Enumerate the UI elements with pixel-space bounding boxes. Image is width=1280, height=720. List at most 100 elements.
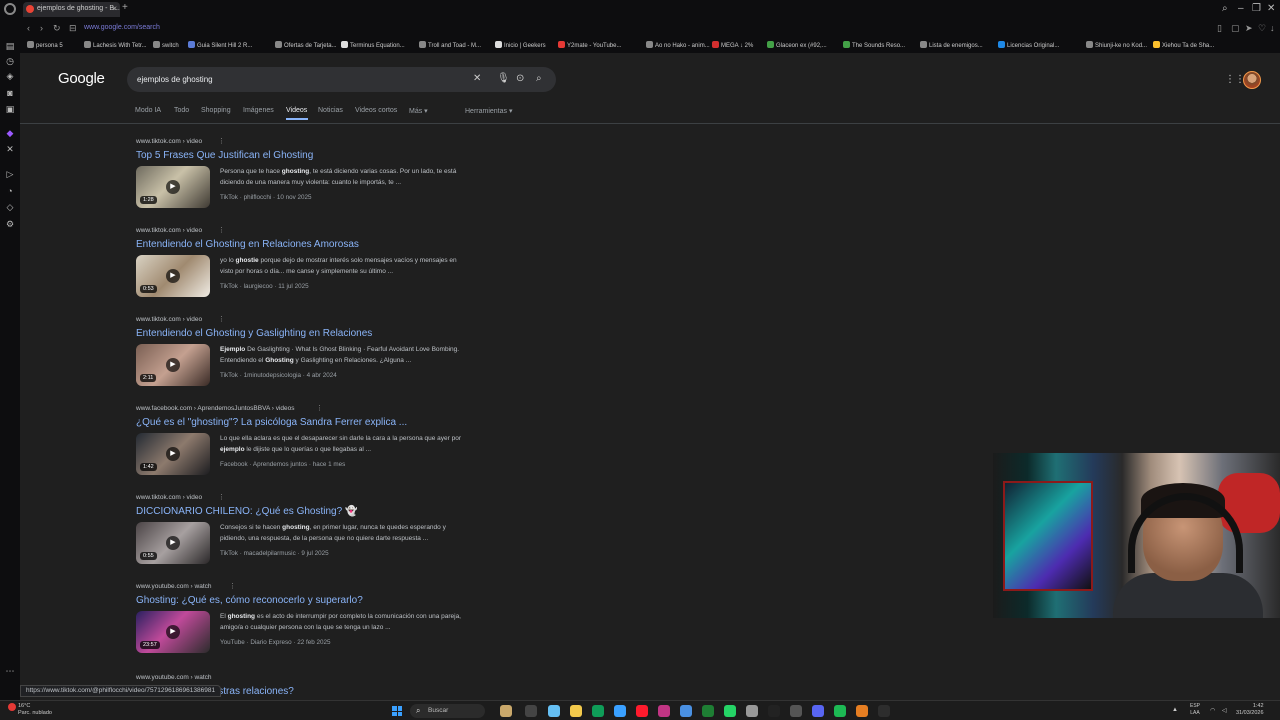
- bookmark-item[interactable]: Ao no Hako - anim...: [646, 41, 710, 49]
- filter-tab[interactable]: Herramientas ▾: [465, 107, 512, 115]
- video-thumbnail[interactable]: ▶ 2:11: [136, 344, 210, 386]
- system-clock[interactable]: 1:42 31/03/2026: [1236, 703, 1264, 717]
- bookmark-item[interactable]: Licencias Original...: [998, 41, 1059, 49]
- close-tab-icon[interactable]: ×: [112, 4, 117, 13]
- x-twitter-icon[interactable]: ✕: [5, 144, 15, 154]
- settings-icon[interactable]: ⚙: [5, 219, 15, 229]
- browser-tab[interactable]: ejemplos de ghosting - B... ×: [23, 2, 120, 17]
- filter-tab[interactable]: Videos cortos: [355, 107, 397, 114]
- minimize-button[interactable]: –: [1238, 3, 1244, 14]
- forward-icon[interactable]: ›: [40, 23, 43, 33]
- start-button[interactable]: [392, 706, 402, 716]
- video-thumbnail[interactable]: ▶ 1:28: [136, 166, 210, 208]
- search-icon[interactable]: ⌕: [536, 73, 542, 84]
- bookmark-item[interactable]: switch: [153, 41, 179, 49]
- store-icon[interactable]: [614, 705, 626, 717]
- video-thumbnail[interactable]: ▶ 1:42: [136, 433, 210, 475]
- bookmark-item[interactable]: Inicio | Geekers: [495, 41, 546, 49]
- bookmark-item[interactable]: Guia Silent Hill 2 R...: [188, 41, 252, 49]
- bookmark-item[interactable]: Ofertas de Tarjeta...: [275, 41, 337, 49]
- filter-tab[interactable]: Modo IA: [135, 107, 161, 114]
- video-thumbnail[interactable]: ▶ 0:53: [136, 255, 210, 297]
- clock-icon[interactable]: ◔: [5, 186, 15, 196]
- language-indicator[interactable]: ESP LAA: [1190, 703, 1200, 717]
- instagram-icon[interactable]: [658, 705, 670, 717]
- video-thumbnail[interactable]: ▶ 0:55: [136, 522, 210, 564]
- search-tabs-icon[interactable]: ⌕: [1222, 3, 1228, 14]
- filter-tab[interactable]: Noticias: [318, 107, 343, 114]
- sidebar-customize-icon[interactable]: ⋯: [5, 666, 15, 676]
- video-thumbnail[interactable]: ▶ 23:57: [136, 611, 210, 653]
- bookmark-item[interactable]: Shiunji-ke no Kod...: [1086, 41, 1147, 49]
- steam-icon[interactable]: [548, 705, 560, 717]
- search-box[interactable]: ejemplos de ghosting ✕ 🎙 ⊙ ⌕: [127, 67, 556, 92]
- player-icon[interactable]: ▷: [5, 169, 15, 179]
- more-options-icon[interactable]: ⋮: [316, 404, 323, 412]
- opera-icon[interactable]: [636, 705, 648, 717]
- clear-search-icon[interactable]: ✕: [473, 73, 481, 84]
- lens-search-icon[interactable]: ⊙: [516, 73, 524, 84]
- speed-dial-icon[interactable]: ▤: [5, 41, 15, 51]
- wifi-icon[interactable]: ◠: [1210, 707, 1215, 714]
- send-icon[interactable]: ➤: [1245, 23, 1253, 34]
- edge-icon[interactable]: [592, 705, 604, 717]
- google-apps-icon[interactable]: ⋮⋮: [1225, 74, 1245, 85]
- account-avatar[interactable]: [1243, 71, 1261, 89]
- taskview-icon[interactable]: [500, 705, 512, 717]
- filter-tab[interactable]: Shopping: [201, 107, 231, 114]
- more-options-icon[interactable]: ⋮: [229, 582, 236, 590]
- filter-tab[interactable]: Imágenes: [243, 107, 274, 114]
- close-window-button[interactable]: ✕: [1267, 3, 1275, 14]
- excel-icon[interactable]: [702, 705, 714, 717]
- widgets-icon[interactable]: [525, 705, 537, 717]
- result-title-link[interactable]: DICCIONARIO CHILENO: ¿Qué es Ghosting? 👻: [136, 506, 357, 517]
- obs-icon[interactable]: [790, 705, 802, 717]
- new-tab-button[interactable]: +: [122, 2, 128, 13]
- extensions-icon[interactable]: ◈: [5, 71, 15, 81]
- search-input[interactable]: ejemplos de ghosting: [137, 75, 213, 84]
- filter-tab[interactable]: Todo: [174, 107, 189, 114]
- bookmark-item[interactable]: Y2mate - YouTube...: [558, 41, 621, 49]
- whatsapp-icon[interactable]: ◙: [5, 88, 15, 98]
- back-icon[interactable]: ‹: [27, 23, 30, 33]
- paint-icon[interactable]: [856, 705, 868, 717]
- bookmark-item[interactable]: Xiehou Ta de Sha...: [1153, 41, 1214, 49]
- result-title-link[interactable]: Entendiendo el Ghosting en Relaciones Am…: [136, 239, 359, 250]
- opera-menu-icon[interactable]: [4, 3, 16, 15]
- bookmark-item[interactable]: The Sounds Reso...: [843, 41, 905, 49]
- spotify-icon[interactable]: [834, 705, 846, 717]
- more-options-icon[interactable]: ⋮: [218, 315, 225, 323]
- bookmark-item[interactable]: Terminus Equation...: [341, 41, 405, 49]
- bookmark-item[interactable]: persona 5: [27, 41, 63, 49]
- more-options-icon[interactable]: ⋮: [218, 226, 225, 234]
- weather-widget[interactable]: 16°C Parc. nublado: [8, 703, 52, 717]
- google-logo[interactable]: Google: [58, 70, 105, 87]
- result-title-link[interactable]: Ghosting: ¿Qué es, cómo reconocerlo y su…: [136, 595, 363, 606]
- voice-search-icon[interactable]: 🎙: [497, 73, 510, 84]
- result-title-link[interactable]: ¿Qué es el "ghosting"? La psicóloga Sand…: [136, 417, 407, 428]
- capcut-icon[interactable]: [768, 705, 780, 717]
- result-title-link[interactable]: Entendiendo el Ghosting y Gaslighting en…: [136, 328, 372, 339]
- more-options-icon[interactable]: ⋮: [218, 493, 225, 501]
- url-field[interactable]: www.google.com/search: [84, 24, 160, 31]
- terminal-icon[interactable]: [878, 705, 890, 717]
- app-icon[interactable]: [680, 705, 692, 717]
- filter-tab[interactable]: Más ▾: [409, 107, 428, 115]
- whatsapp-icon[interactable]: [724, 705, 736, 717]
- photos-icon[interactable]: [746, 705, 758, 717]
- bookmark-item[interactable]: MEGA ↓ 2%: [712, 41, 753, 49]
- history-icon[interactable]: ◷: [5, 56, 15, 66]
- bookmark-item[interactable]: Lachesis With Tetr...: [84, 41, 147, 49]
- taskbar-search[interactable]: ⌕ Buscar: [410, 704, 485, 718]
- maximize-button[interactable]: ❐: [1252, 3, 1261, 14]
- heart-icon[interactable]: ♡: [1258, 23, 1266, 34]
- network-icon[interactable]: ▲: [1172, 707, 1178, 713]
- bookmarks-icon[interactable]: ◇: [5, 202, 15, 212]
- site-info-icon[interactable]: ⊟: [69, 23, 77, 34]
- more-options-icon[interactable]: ⋮: [218, 137, 225, 145]
- messenger-icon[interactable]: ▣: [5, 104, 15, 114]
- bookmark-item[interactable]: Glaceon ex (#92,...: [767, 41, 827, 49]
- explorer-icon[interactable]: [570, 705, 582, 717]
- result-title-link[interactable]: Top 5 Frases Que Justifican el Ghosting: [136, 150, 313, 161]
- pin-icon[interactable]: ▯: [1217, 23, 1222, 34]
